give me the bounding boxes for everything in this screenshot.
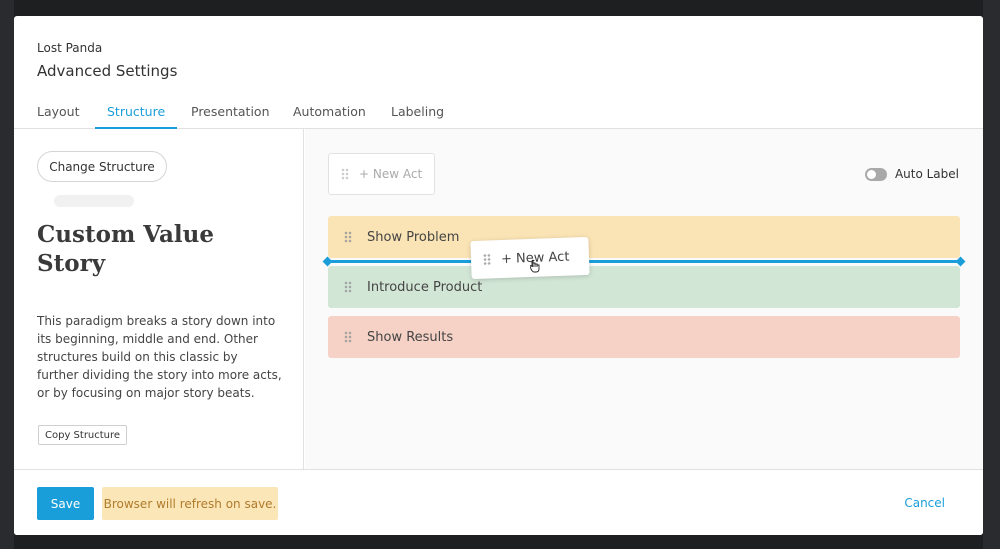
- copy-structure-button[interactable]: Copy Structure: [38, 425, 128, 445]
- act-show-problem[interactable]: Show Problem: [328, 216, 960, 258]
- drag-handle-icon: [341, 168, 349, 180]
- act-label: Show Problem: [367, 229, 460, 245]
- new-act-source[interactable]: + New Act: [328, 153, 435, 195]
- project-name: Lost Panda: [37, 41, 103, 55]
- act-label: Introduce Product: [367, 279, 483, 295]
- act-introduce-product[interactable]: Introduce Product: [328, 266, 960, 308]
- backdrop-panel-right: [983, 0, 1000, 549]
- tab-labeling[interactable]: Labeling: [391, 104, 444, 129]
- faded-chip: [54, 195, 134, 207]
- act-label: Show Results: [367, 329, 454, 345]
- cancel-button[interactable]: Cancel: [904, 496, 945, 510]
- act-show-results[interactable]: Show Results: [328, 316, 960, 358]
- modal-footer: Save Browser will refresh on save. Cance…: [14, 469, 983, 535]
- tab-structure[interactable]: Structure: [95, 104, 178, 129]
- tab-automation[interactable]: Automation: [293, 104, 366, 129]
- hand-cursor-icon: [530, 259, 540, 273]
- modal-header: Lost Panda Advanced Settings: [37, 41, 177, 80]
- tab-bar: Layout Structure Presentation Automation…: [14, 104, 983, 129]
- drag-handle-icon: [482, 253, 492, 266]
- tab-layout[interactable]: Layout: [37, 104, 80, 129]
- drag-handle-icon[interactable]: [344, 281, 352, 293]
- refresh-notice: Browser will refresh on save.: [102, 487, 278, 520]
- modal-title: Advanced Settings: [37, 62, 178, 80]
- drag-handle-icon[interactable]: [344, 231, 352, 243]
- advanced-settings-modal: Lost Panda Advanced Settings Layout Stru…: [14, 16, 983, 535]
- structure-title: Custom Value Story: [37, 221, 215, 277]
- change-structure-button[interactable]: Change Structure: [37, 151, 167, 182]
- save-button[interactable]: Save: [37, 487, 94, 520]
- structure-info-panel: Change Structure Custom Value Story This…: [14, 129, 304, 469]
- acts-panel: + New Act Auto Label Show Problem Introd…: [305, 129, 983, 469]
- backdrop-panel-left: [0, 0, 14, 549]
- new-act-label: + New Act: [359, 167, 423, 181]
- auto-label-control[interactable]: Auto Label: [864, 167, 959, 181]
- tab-presentation[interactable]: Presentation: [191, 104, 270, 129]
- auto-label-text: Auto Label: [894, 167, 959, 181]
- auto-label-toggle[interactable]: [864, 167, 887, 181]
- drag-handle-icon[interactable]: [344, 331, 352, 343]
- drop-indicator: [327, 260, 961, 263]
- structure-description: This paradigm breaks a story down into i…: [37, 314, 282, 400]
